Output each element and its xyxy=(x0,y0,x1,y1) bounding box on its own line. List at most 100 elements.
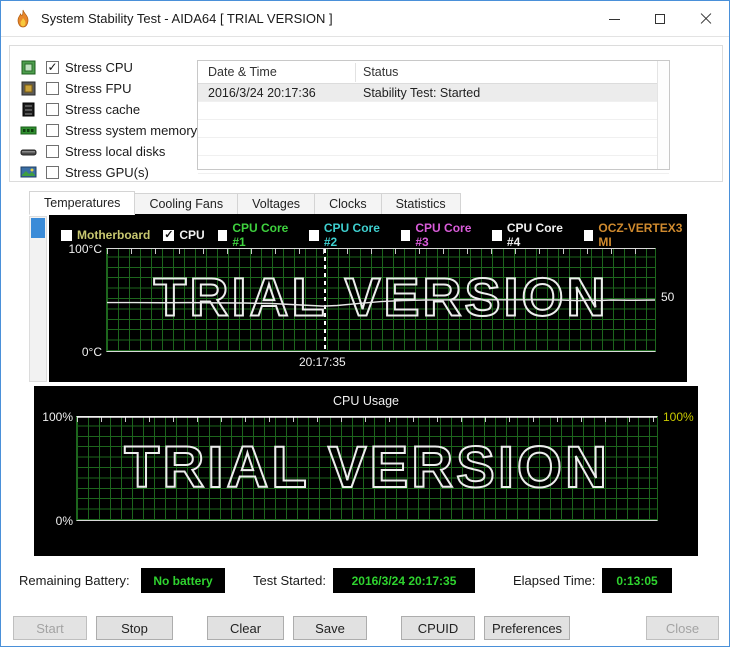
legend-item-ocz-vertex3[interactable]: OCZ-VERTEX3 MI xyxy=(583,221,687,249)
stress-option-memory[interactable]: Stress system memory xyxy=(20,121,197,139)
close-action-button[interactable]: Close xyxy=(646,616,719,640)
stop-button[interactable]: Stop xyxy=(96,616,173,640)
battery-value-display: No battery xyxy=(141,568,225,593)
legend-label: CPU Core #4 xyxy=(506,221,563,249)
maximize-icon xyxy=(655,14,665,24)
y-axis-max-label: 100°C xyxy=(68,242,103,256)
stress-memory-checkbox[interactable] xyxy=(46,123,59,137)
table-row xyxy=(198,156,669,174)
usage-left-max-label: 100% xyxy=(42,410,73,424)
clear-button[interactable]: Clear xyxy=(207,616,284,640)
y-axis-min-label: 0°C xyxy=(81,345,102,359)
table-row xyxy=(198,120,669,138)
save-button[interactable]: Save xyxy=(293,616,367,640)
temperature-graph-scrollbar[interactable] xyxy=(29,216,47,382)
stress-fpu-checkbox[interactable] xyxy=(46,81,59,95)
legend-checkbox[interactable]: ✓ xyxy=(163,229,175,241)
usage-min-label: 0% xyxy=(55,514,73,528)
usage-right-max-label: 100% xyxy=(663,410,694,424)
close-icon xyxy=(700,13,712,25)
stress-gpu-label: Stress GPU(s) xyxy=(65,164,149,180)
legend-label: CPU Core #3 xyxy=(415,221,472,249)
scrollbar-thumb[interactable] xyxy=(31,218,45,238)
cpu-usage-plot-grid: TRIAL VERSION xyxy=(76,416,658,521)
stress-option-cpu[interactable]: ✓ Stress CPU xyxy=(20,58,133,76)
cache-icon xyxy=(22,102,35,116)
temperature-line xyxy=(107,299,656,307)
legend-checkbox[interactable] xyxy=(492,229,502,241)
title-bar: System Stability Test - AIDA64 [ TRIAL V… xyxy=(1,1,729,37)
tab-temperatures[interactable]: Temperatures xyxy=(29,191,136,215)
stress-cpu-checkbox[interactable]: ✓ xyxy=(46,59,59,74)
battery-value: No battery xyxy=(153,573,213,588)
checkmark: ✓ xyxy=(47,59,58,74)
column-separator[interactable] xyxy=(355,63,356,82)
minimize-icon xyxy=(608,18,620,20)
event-status: Stability Test: Started xyxy=(363,86,481,100)
fpu-icon xyxy=(21,81,36,95)
legend-checkbox[interactable] xyxy=(400,229,411,241)
legend-item-cpu[interactable]: ✓ CPU xyxy=(163,228,205,242)
tab-cooling-fans[interactable]: Cooling Fans xyxy=(135,193,239,215)
maximize-button[interactable] xyxy=(637,1,683,37)
stress-option-disks[interactable]: Stress local disks xyxy=(20,142,165,160)
close-button[interactable] xyxy=(683,1,729,37)
legend-item-motherboard[interactable]: Motherboard xyxy=(61,228,150,242)
legend-item-cpu-core-4[interactable]: CPU Core #4 xyxy=(492,221,571,249)
preferences-button[interactable]: Preferences xyxy=(484,616,570,640)
checkmark: ✓ xyxy=(164,229,174,241)
memory-icon xyxy=(20,126,37,134)
tab-voltages[interactable]: Voltages xyxy=(238,193,316,215)
column-header-status[interactable]: Status xyxy=(363,65,398,79)
app-flame-icon xyxy=(17,9,29,28)
stress-option-gpu[interactable]: Stress GPU(s) xyxy=(20,163,149,181)
test-started-display: 2016/3/24 20:17:35 xyxy=(333,568,475,593)
legend-item-cpu-core-3[interactable]: CPU Core #3 xyxy=(400,221,480,249)
event-log-table: Date & Time Status 2016/3/24 20:17:36 St… xyxy=(197,60,670,174)
app-window: System Stability Test - AIDA64 [ TRIAL V… xyxy=(0,0,730,647)
legend-label: OCZ-VERTEX3 MI xyxy=(598,221,683,249)
cpu-usage-panel: CPU Usage 100% 100% 0% TRIAL VERSION xyxy=(34,386,698,556)
time-marker-label: 20:17:35 xyxy=(299,355,346,369)
tab-clocks[interactable]: Clocks xyxy=(315,193,382,215)
event-log-scrollbar[interactable] xyxy=(657,61,669,169)
battery-label: Remaining Battery: xyxy=(19,573,130,588)
stress-option-cache[interactable]: Stress cache xyxy=(20,100,140,118)
status-bar: Remaining Battery: No battery Test Start… xyxy=(1,568,729,594)
table-row[interactable]: 2016/3/24 20:17:36 Stability Test: Start… xyxy=(198,84,669,102)
stress-disks-checkbox[interactable] xyxy=(46,144,59,158)
legend-checkbox[interactable] xyxy=(583,229,594,241)
legend-checkbox[interactable] xyxy=(61,229,72,241)
column-header-datetime[interactable]: Date & Time xyxy=(208,65,277,79)
stress-cache-checkbox[interactable] xyxy=(46,102,59,116)
legend-checkbox[interactable] xyxy=(217,229,228,241)
tab-statistics[interactable]: Statistics xyxy=(381,193,461,215)
temperature-legend: Motherboard ✓ CPU CPU Core #1 CPU Core #2… xyxy=(61,221,687,249)
legend-item-cpu-core-2[interactable]: CPU Core #2 xyxy=(309,221,388,249)
legend-label: Motherboard xyxy=(77,228,151,242)
legend-checkbox[interactable] xyxy=(309,229,319,241)
temperature-line-chart xyxy=(107,299,656,307)
cpu-usage-line-chart xyxy=(77,416,657,418)
test-started-value: 2016/3/24 20:17:35 xyxy=(351,573,457,588)
start-button[interactable]: Start xyxy=(13,616,87,640)
legend-item-cpu-core-1[interactable]: CPU Core #1 xyxy=(217,221,297,249)
minimize-button[interactable] xyxy=(591,1,637,37)
test-config-section: ✓ Stress CPU Stress FPU Stress cache Str… xyxy=(9,45,723,182)
stress-memory-label: Stress system memory xyxy=(65,122,198,138)
event-log-header: Date & Time Status xyxy=(198,61,669,84)
stress-fpu-label: Stress FPU xyxy=(65,80,132,96)
window-title: System Stability Test - AIDA64 [ TRIAL V… xyxy=(41,11,333,26)
stress-gpu-checkbox[interactable] xyxy=(46,165,59,179)
cpuid-button[interactable]: CPUID xyxy=(401,616,475,640)
temperature-graph-panel: Motherboard ✓ CPU CPU Core #1 CPU Core #2… xyxy=(49,214,687,382)
stress-cache-label: Stress cache xyxy=(65,101,141,117)
disk-icon xyxy=(20,149,37,155)
event-datetime: 2016/3/24 20:17:36 xyxy=(208,86,316,100)
stress-cpu-label: Stress CPU xyxy=(65,59,133,75)
test-started-label: Test Started: xyxy=(253,573,326,588)
stress-option-fpu[interactable]: Stress FPU xyxy=(20,79,131,97)
legend-label: CPU Core #2 xyxy=(323,221,380,249)
current-value-label: 50 xyxy=(661,290,675,304)
elapsed-time-label: Elapsed Time: xyxy=(513,573,596,588)
